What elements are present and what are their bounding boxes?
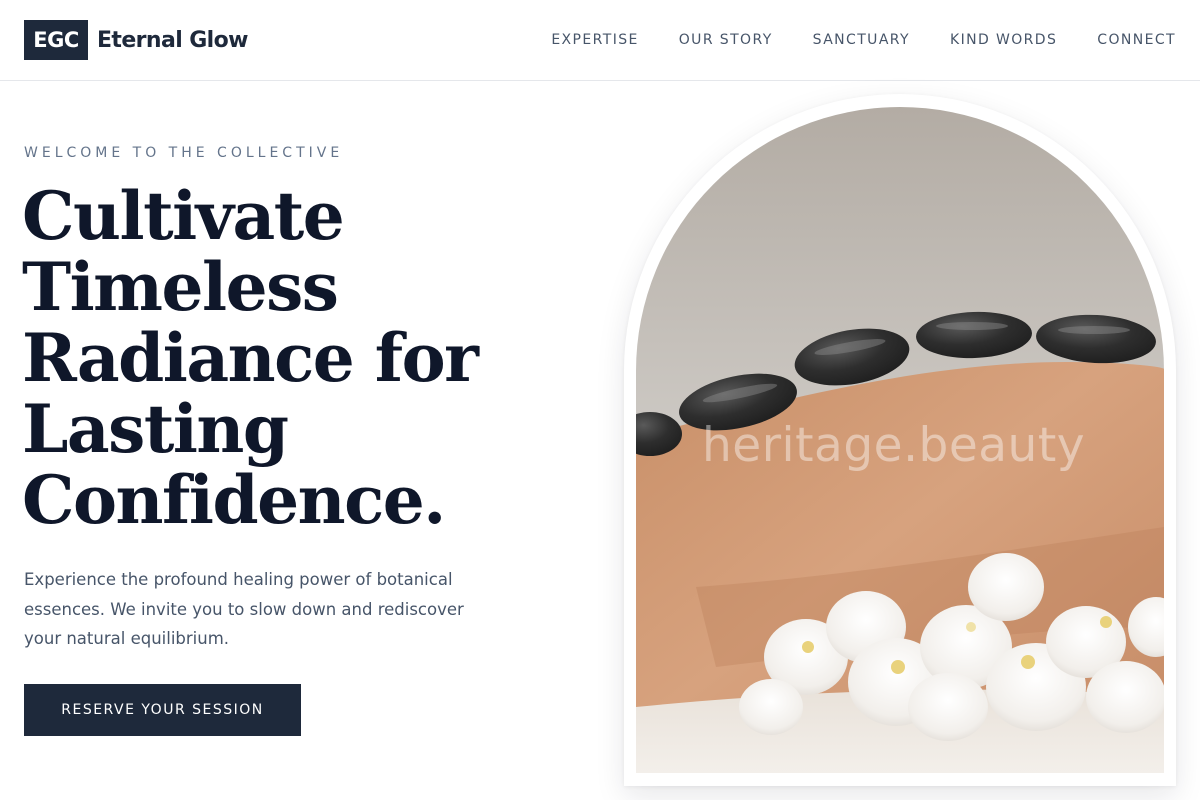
site-header: EGC Eternal Glow EXPERTISE OUR STORY SAN… [0,0,1200,81]
nav-link-our-story[interactable]: OUR STORY [679,32,773,48]
nav-link-connect[interactable]: CONNECT [1097,32,1176,48]
spa-photo [636,107,1164,773]
hero-intro: Experience the profound healing power of… [24,570,464,648]
nav-link-expertise[interactable]: EXPERTISE [551,32,638,48]
headline-line: Confidence. [22,461,446,539]
hero-image [636,107,1164,773]
main-nav: EXPERTISE OUR STORY SANCTUARY KIND WORDS… [511,29,1176,51]
headline-line: Radiance for [22,319,479,397]
nav-link-sanctuary[interactable]: SANCTUARY [813,32,910,48]
brand-name: Eternal Glow [97,27,248,53]
brand-logo[interactable]: EGC Eternal Glow [24,20,248,60]
headline-line: Cultivate [22,177,345,255]
headline-line: Timeless [22,248,339,326]
hero-headline: Cultivate Timeless Radiance for Lasting … [22,181,542,536]
logo-mark: EGC [24,20,88,60]
headline-line: Lasting [22,390,289,468]
reserve-session-button[interactable]: RESERVE YOUR SESSION [24,684,301,736]
nav-link-kind-words[interactable]: KIND WORDS [950,32,1057,48]
hero-eyebrow: WELCOME TO THE COLLECTIVE [24,145,344,161]
